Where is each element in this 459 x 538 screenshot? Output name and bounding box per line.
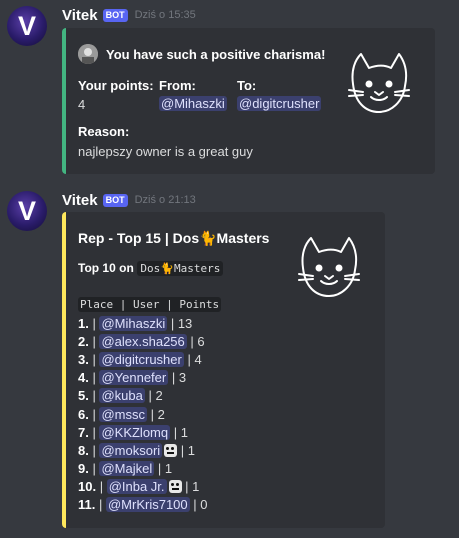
points-value: 2 [157, 406, 165, 422]
rank-number: 3. [78, 352, 89, 368]
username[interactable]: Vitek [62, 7, 98, 24]
leaderboard-row: 3. | @digitcrusher | 4 [78, 352, 202, 368]
rank-number: 8. [78, 442, 89, 458]
user-mention[interactable]: @kuba [99, 388, 145, 404]
reason-value: najlepszy owner is a great guy [78, 144, 253, 159]
leaderboard-row: 9. | @Majkel | 1 [78, 460, 173, 476]
points-value: 1 [192, 478, 200, 494]
rank-number: 6. [78, 406, 89, 422]
points-value: 4 [194, 352, 202, 368]
user-mention[interactable]: @KKZlomq [99, 424, 171, 440]
timestamp[interactable]: Dziś o 15:35 [135, 9, 196, 21]
robot-face-emoji-icon [168, 479, 182, 493]
embed-title: You have such a positive charisma! [106, 47, 326, 62]
mention-to[interactable]: @digitcrusher [237, 96, 322, 111]
rank-number: 10. [78, 478, 97, 494]
rank-number: 2. [78, 334, 89, 350]
timestamp[interactable]: Dziś o 21:13 [135, 194, 196, 206]
cat-doodle-icon[interactable] [295, 234, 363, 302]
rank-number: 11. [78, 497, 96, 512]
rank-number: 7. [78, 424, 89, 440]
leaderboard-row: 5. | @kuba | 2 [78, 388, 163, 404]
points-value: 1 [164, 460, 173, 476]
field-name-points: Your points: [78, 78, 154, 93]
embed-accent-bar [62, 212, 66, 528]
points-value: 6 [197, 334, 205, 350]
leaderboard-row: 4. | @Yennefer | 3 [78, 370, 187, 386]
rank-number: 5. [78, 388, 89, 404]
robot-face-emoji-icon [164, 443, 178, 457]
server-name-code: Dos🐈Masters [137, 261, 224, 276]
points-value: 1 [187, 442, 195, 458]
bot-badge: BOT [102, 8, 128, 22]
cat-doodle-icon[interactable] [345, 50, 413, 118]
points-value: 3 [178, 370, 187, 386]
user-mention[interactable]: @Yennefer [99, 370, 169, 386]
field-name-from: From: [159, 78, 196, 93]
table-header: Place | User | Points [78, 297, 222, 312]
leaderboard-row: 6. | @mssc | 2 [78, 406, 165, 422]
user-mention[interactable]: @digitcrusher [99, 352, 184, 368]
user-mention[interactable]: @Mihaszki [99, 316, 168, 331]
field-value-points: 4 [78, 97, 86, 112]
message-header: Vitek BOT Dziś o 15:35 [62, 5, 196, 25]
subtitle-prefix: Top 10 on [78, 261, 134, 275]
rank-number: 1. [78, 316, 89, 331]
author-avatar-icon [78, 44, 98, 64]
message-header: Vitek BOT Dziś o 21:13 [62, 190, 196, 210]
leaderboard-row: 7. | @KKZlomq | 1 [78, 424, 188, 440]
user-mention[interactable]: @alex.sha256 [99, 334, 187, 350]
avatar[interactable]: V [7, 191, 47, 231]
avatar-letter: V [17, 195, 36, 226]
reason-label: Reason: [78, 124, 130, 139]
mention-from[interactable]: @Mihaszki [159, 96, 227, 111]
embed-title: Rep - Top 15 | Dos🐈Masters [78, 230, 270, 246]
avatar[interactable]: V [7, 6, 47, 46]
user-mention[interactable]: @Majkel [99, 460, 155, 476]
points-value: 1 [180, 424, 188, 440]
leaderboard-row: 11. | @MrKris7100 | 0 [78, 497, 208, 512]
leaderboard-row: 2. | @alex.sha256 | 6 [78, 334, 205, 350]
leaderboard-row: 8. | @moksori | 1 [78, 442, 195, 458]
avatar-letter: V [17, 10, 36, 41]
leaderboard-row: 1. | @Mihaszki | 13 [78, 316, 193, 331]
embed-subtitle: Top 10 on Dos🐈Masters [78, 260, 224, 276]
points-value: 13 [177, 316, 193, 331]
embed-accent-bar [62, 28, 66, 174]
embed-charisma: You have such a positive charisma! Your … [62, 28, 435, 174]
points-value: 2 [155, 388, 163, 404]
field-name-to: To: [237, 78, 257, 93]
user-mention[interactable]: @MrKris7100 [105, 497, 190, 512]
user-mention[interactable]: @moksori [99, 442, 163, 458]
user-mention[interactable]: @Inba Jr. [106, 478, 167, 494]
leaderboard-row: 10. | @Inba Jr. | 1 [78, 478, 200, 494]
rank-number: 4. [78, 370, 89, 386]
bot-badge: BOT [102, 193, 128, 207]
rank-number: 9. [78, 460, 89, 476]
embed-leaderboard: Rep - Top 15 | Dos🐈Masters Top 10 on Dos… [62, 212, 385, 528]
username[interactable]: Vitek [62, 192, 98, 209]
points-value: 0 [200, 497, 208, 512]
user-mention[interactable]: @mssc [99, 406, 147, 422]
